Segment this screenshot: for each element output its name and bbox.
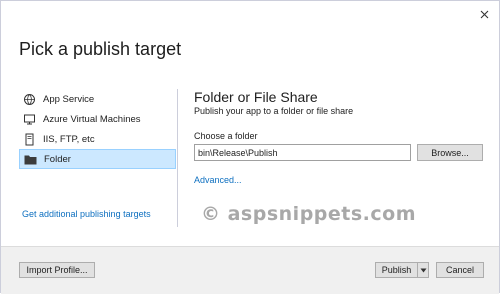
advanced-link[interactable]: Advanced... xyxy=(194,175,242,185)
get-more-targets-link[interactable]: Get additional publishing targets xyxy=(22,209,151,219)
target-item-app-service[interactable]: App Service xyxy=(19,89,176,109)
import-profile-button[interactable]: Import Profile... xyxy=(19,262,95,278)
publish-dropdown-button[interactable] xyxy=(417,262,429,278)
dialog-footer: Import Profile... Publish Cancel xyxy=(1,246,499,294)
publish-button[interactable]: Publish xyxy=(375,262,417,278)
folder-label: Choose a folder xyxy=(194,131,258,141)
watermark: © aspsnippets.com xyxy=(201,203,417,225)
virtual-machine-icon xyxy=(22,112,36,126)
target-label: Folder xyxy=(44,153,71,165)
publish-dialog: Pick a publish target App Service Azure … xyxy=(0,0,500,294)
detail-title: Folder or File Share xyxy=(194,89,318,105)
target-list: App Service Azure Virtual Machines IIS, … xyxy=(19,89,176,169)
folder-icon xyxy=(23,152,37,166)
detail-pane: Folder or File Share Publish your app to… xyxy=(194,89,484,116)
pane-divider xyxy=(177,89,178,227)
target-label: App Service xyxy=(43,93,95,105)
target-label: IIS, FTP, etc xyxy=(43,133,95,145)
close-button[interactable] xyxy=(477,7,491,21)
cancel-button[interactable]: Cancel xyxy=(436,262,484,278)
folder-path-input[interactable] xyxy=(194,144,411,161)
target-item-azure-vm[interactable]: Azure Virtual Machines xyxy=(19,109,176,129)
target-item-folder[interactable]: Folder xyxy=(19,149,176,169)
caret-down-icon xyxy=(420,268,426,272)
target-item-iis-ftp[interactable]: IIS, FTP, etc xyxy=(19,129,176,149)
browse-button[interactable]: Browse... xyxy=(417,144,483,161)
dialog-title: Pick a publish target xyxy=(19,39,182,59)
cloud-globe-icon xyxy=(22,92,36,106)
target-label: Azure Virtual Machines xyxy=(43,113,141,125)
detail-subtitle: Publish your app to a folder or file sha… xyxy=(194,106,354,116)
server-icon xyxy=(22,132,36,146)
close-icon xyxy=(480,10,488,18)
